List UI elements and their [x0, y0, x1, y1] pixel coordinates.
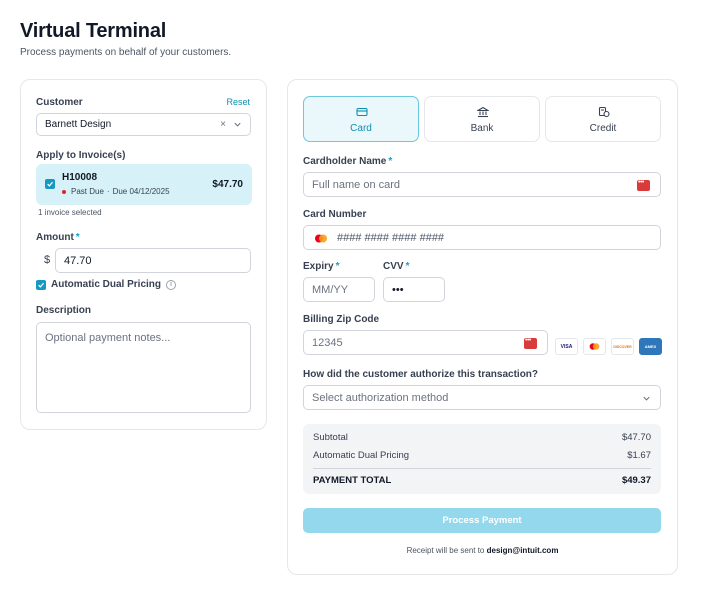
description-placeholder: Optional payment notes... [45, 332, 171, 344]
tab-bank-label: Bank [470, 123, 494, 134]
discover-icon: DISCOVER [611, 338, 634, 355]
zip-placeholder: 12345 [312, 336, 343, 349]
cvv-label-text: CVV [383, 261, 404, 272]
adp-fee-value: $1.67 [627, 450, 651, 461]
invoice-status: Past Due [71, 187, 104, 196]
process-payment-button[interactable]: Process Payment [303, 508, 661, 533]
card-number-placeholder: #### #### #### #### [337, 231, 445, 244]
description-textarea[interactable]: Optional payment notes... [36, 322, 251, 413]
invoice-number: H10008 [62, 172, 98, 183]
invoice-checkbox[interactable] [45, 179, 55, 189]
mastercard-brand-icon [583, 338, 606, 355]
total-row: PAYMENT TOTAL $49.37 [313, 475, 651, 486]
card-number-input[interactable]: #### #### #### #### [303, 225, 661, 250]
summary-divider [313, 468, 651, 469]
tab-card-label: Card [350, 123, 372, 134]
customer-value: Barnett Design [45, 119, 112, 130]
invoice-due: Due 04/12/2025 [112, 187, 170, 196]
total-value: $49.37 [621, 475, 651, 486]
invoice-amount: $47.70 [212, 179, 243, 190]
required-marker: * [388, 156, 393, 167]
chevron-down-icon [643, 396, 650, 401]
amount-value: 47.70 [64, 254, 92, 267]
tab-credit-label: Credit [589, 123, 617, 134]
tab-credit[interactable]: Credit [545, 96, 661, 142]
info-icon[interactable]: i [166, 279, 177, 290]
adp-fee-label: Automatic Dual Pricing [313, 450, 410, 461]
subtotal-value: $47.70 [621, 432, 651, 443]
subtotal-label: Subtotal [313, 432, 348, 443]
chevron-down-icon[interactable] [233, 120, 242, 129]
apply-invoices-label: Apply to Invoice(s) [36, 150, 126, 161]
check-icon [47, 181, 54, 187]
bank-icon [477, 106, 489, 118]
amount-label: Amount * [36, 232, 80, 243]
zip-label: Billing Zip Code [303, 314, 380, 325]
cardholder-label: Cardholder Name * [303, 156, 392, 167]
check-icon [38, 282, 45, 288]
zip-input[interactable]: 12345 [303, 330, 548, 355]
card-icon [356, 107, 368, 117]
mastercard-logo-icon [589, 343, 600, 350]
invoice-separator: · [106, 187, 110, 196]
credit-icon [598, 106, 610, 118]
amount-input[interactable]: 47.70 [55, 248, 251, 273]
card-number-label: Card Number [303, 209, 367, 220]
adp-toggle[interactable]: Automatic Dual Pricing i [36, 279, 177, 290]
required-marker: * [405, 261, 410, 272]
invoice-meta: Past Due · Due 04/12/2025 [62, 187, 170, 196]
auth-placeholder: Select authorization method [312, 391, 449, 404]
clear-icon[interactable]: × [220, 119, 226, 130]
subtotal-row: Subtotal $47.70 [313, 432, 651, 443]
tab-bank[interactable]: Bank [424, 96, 540, 142]
expiry-placeholder: MM/YY [312, 283, 349, 296]
auth-question: How did the customer authorize this tran… [303, 369, 539, 380]
payment-summary: Subtotal $47.70 Automatic Dual Pricing $… [303, 424, 661, 494]
page-subtitle: Process payments on behalf of your custo… [20, 47, 232, 58]
customer-label: Customer [36, 97, 83, 108]
page-title: Virtual Terminal [20, 20, 167, 42]
expiry-label-text: Expiry [303, 261, 334, 272]
cvv-label: CVV * [383, 261, 409, 272]
autofill-icon[interactable] [637, 179, 650, 191]
cardholder-input[interactable]: Full name on card [303, 172, 661, 197]
auth-method-select[interactable]: Select authorization method [303, 385, 661, 410]
payment-panel: Card Bank Credit Cardholder Name * Full n… [287, 79, 678, 575]
receipt-prefix: Receipt will be sent to [406, 546, 485, 555]
currency-symbol: $ [44, 254, 51, 266]
customer-select[interactable]: Barnett Design × [36, 113, 251, 136]
description-label: Description [36, 305, 92, 316]
required-marker: * [75, 232, 80, 243]
adp-fee-row: Automatic Dual Pricing $1.67 [313, 450, 651, 461]
adp-label: Automatic Dual Pricing [51, 279, 162, 290]
total-label: PAYMENT TOTAL [313, 475, 392, 486]
expiry-label: Expiry * [303, 261, 339, 272]
invoice-item[interactable]: H10008 Past Due · Due 04/12/2025 $47.70 [36, 164, 252, 205]
tab-card[interactable]: Card [303, 96, 419, 142]
mastercard-icon [315, 234, 327, 243]
cardholder-placeholder: Full name on card [312, 178, 401, 191]
cvv-input[interactable]: ••• [383, 277, 445, 302]
visa-icon: VISA [555, 338, 578, 355]
amex-icon: AMEX [639, 338, 662, 355]
reset-link[interactable]: Reset [226, 97, 250, 107]
expiry-input[interactable]: MM/YY [303, 277, 375, 302]
customer-panel: Customer Reset Barnett Design × Apply to… [20, 79, 267, 430]
required-marker: * [335, 261, 340, 272]
invoice-count: 1 invoice selected [38, 208, 102, 217]
cardholder-label-text: Cardholder Name [303, 156, 387, 167]
amount-label-text: Amount [36, 232, 74, 243]
receipt-email: design@intuit.com [486, 546, 559, 555]
cvv-placeholder: ••• [392, 283, 404, 296]
past-due-dot-icon [62, 189, 66, 194]
adp-checkbox[interactable] [36, 279, 46, 290]
autofill-icon[interactable] [524, 337, 537, 349]
receipt-note: Receipt will be sent to design@intuit.co… [288, 546, 677, 555]
